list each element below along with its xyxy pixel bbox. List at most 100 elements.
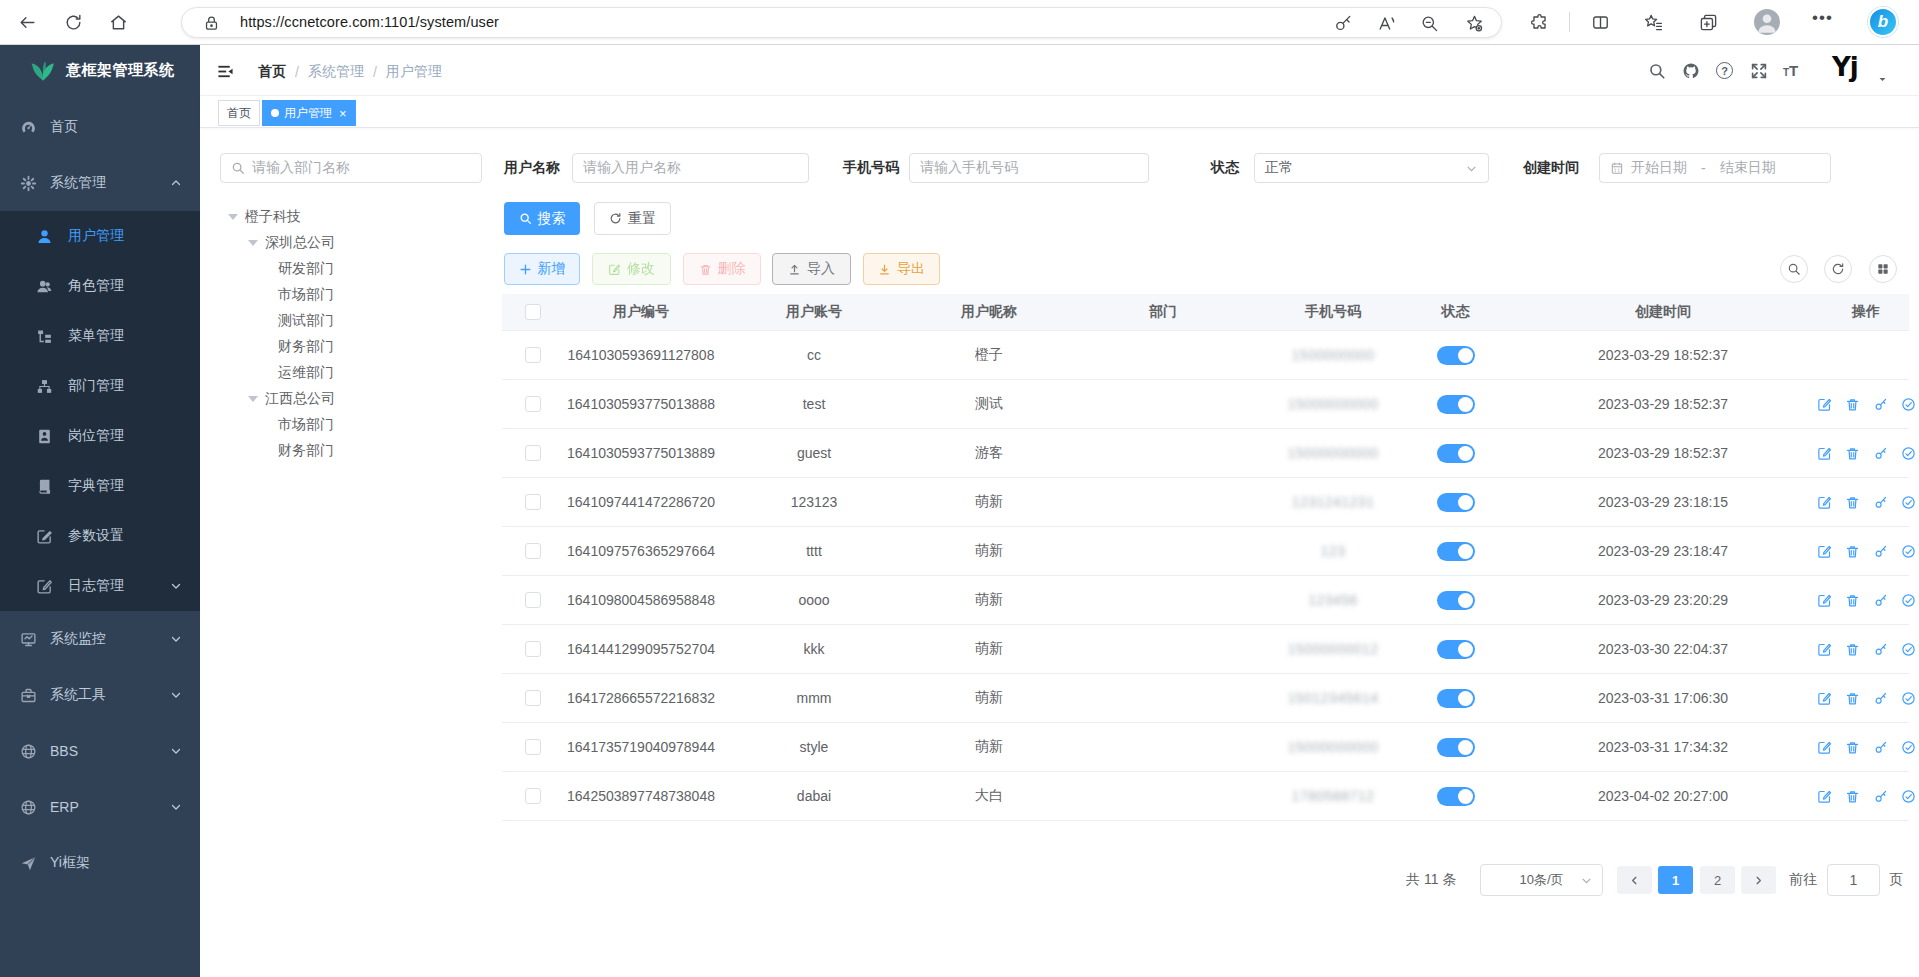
row-assign-role-icon[interactable]	[1901, 495, 1916, 510]
browser-essentials-icon[interactable]	[1530, 13, 1549, 32]
row-assign-role-icon[interactable]	[1901, 397, 1916, 412]
sidebar-item-menu-mgmt[interactable]: 菜单管理	[0, 311, 200, 361]
row-checkbox[interactable]	[525, 543, 541, 559]
caret-down-icon[interactable]	[248, 240, 258, 246]
row-checkbox[interactable]	[525, 739, 541, 755]
sidebar-item-log-mgmt[interactable]: 日志管理	[0, 561, 200, 611]
tab-user-mgmt[interactable]: 用户管理 ×	[262, 100, 356, 126]
row-checkbox[interactable]	[525, 445, 541, 461]
row-reset-password-icon[interactable]	[1873, 642, 1888, 657]
phone-input[interactable]: 请输入手机号码	[909, 153, 1149, 183]
tree-node-branch[interactable]: 深圳总公司	[220, 230, 335, 256]
sidebar-item-yi-framework[interactable]: Yi框架	[0, 835, 200, 891]
tree-node-dept[interactable]: 市场部门	[220, 412, 334, 438]
sidebar-item-tools[interactable]: 系统工具	[0, 667, 200, 723]
caret-down-icon[interactable]	[228, 214, 238, 220]
date-range-input[interactable]: 开始日期 - 结束日期	[1599, 153, 1831, 183]
row-edit-icon[interactable]	[1817, 642, 1832, 657]
row-checkbox[interactable]	[525, 494, 541, 510]
row-assign-role-icon[interactable]	[1901, 691, 1916, 706]
row-delete-icon[interactable]	[1845, 740, 1860, 755]
fullscreen-icon[interactable]	[1750, 62, 1768, 80]
sidebar-item-home[interactable]: 首页	[0, 99, 200, 155]
add-button[interactable]: 新增	[504, 253, 580, 285]
table-refresh-button[interactable]	[1824, 255, 1852, 283]
row-delete-icon[interactable]	[1845, 544, 1860, 559]
status-toggle[interactable]	[1437, 444, 1475, 463]
password-key-icon[interactable]	[1334, 14, 1353, 33]
status-select[interactable]: 正常	[1254, 153, 1489, 183]
table-search-button[interactable]	[1780, 255, 1808, 283]
tree-node-branch[interactable]: 江西总公司	[220, 386, 335, 412]
row-checkbox[interactable]	[525, 592, 541, 608]
url-text[interactable]: https://ccnetcore.com:1101/system/user	[240, 14, 499, 30]
row-reset-password-icon[interactable]	[1873, 544, 1888, 559]
next-page-button[interactable]	[1741, 866, 1776, 894]
status-toggle[interactable]	[1437, 542, 1475, 561]
sidebar-item-post-mgmt[interactable]: 岗位管理	[0, 411, 200, 461]
row-reset-password-icon[interactable]	[1873, 740, 1888, 755]
row-assign-role-icon[interactable]	[1901, 593, 1916, 608]
row-reset-password-icon[interactable]	[1873, 691, 1888, 706]
favorites-bar-icon[interactable]	[1644, 13, 1663, 32]
row-edit-icon[interactable]	[1817, 446, 1832, 461]
tree-node-dept[interactable]: 运维部门	[220, 360, 334, 386]
row-assign-role-icon[interactable]	[1901, 740, 1916, 755]
row-checkbox[interactable]	[525, 788, 541, 804]
status-toggle[interactable]	[1437, 346, 1475, 365]
row-delete-icon[interactable]	[1845, 642, 1860, 657]
browser-menu-icon[interactable]: •••	[1812, 8, 1833, 28]
row-delete-icon[interactable]	[1845, 691, 1860, 706]
row-delete-icon[interactable]	[1845, 397, 1860, 412]
tree-node-company[interactable]: 橙子科技	[220, 204, 301, 230]
row-delete-icon[interactable]	[1845, 593, 1860, 608]
row-assign-role-icon[interactable]	[1901, 642, 1916, 657]
delete-button[interactable]: 删除	[683, 253, 761, 285]
tab-close-icon[interactable]: ×	[339, 107, 347, 120]
row-assign-role-icon[interactable]	[1901, 789, 1916, 804]
collections-icon[interactable]	[1699, 13, 1718, 32]
row-delete-icon[interactable]	[1845, 495, 1860, 510]
row-checkbox[interactable]	[525, 690, 541, 706]
yj-logo[interactable]: Yj	[1832, 52, 1858, 82]
github-icon[interactable]	[1682, 62, 1700, 80]
sidebar-item-dept-mgmt[interactable]: 部门管理	[0, 361, 200, 411]
tree-node-dept[interactable]: 研发部门	[220, 256, 334, 282]
sidebar-item-dict-mgmt[interactable]: 字典管理	[0, 461, 200, 511]
tree-node-dept[interactable]: 测试部门	[220, 308, 334, 334]
zoom-out-icon[interactable]	[1420, 14, 1439, 33]
row-delete-icon[interactable]	[1845, 789, 1860, 804]
page-2-button[interactable]: 2	[1700, 866, 1735, 894]
tree-node-dept[interactable]: 市场部门	[220, 282, 334, 308]
row-edit-icon[interactable]	[1817, 397, 1832, 412]
row-assign-role-icon[interactable]	[1901, 544, 1916, 559]
bing-copilot-icon[interactable]: b	[1868, 7, 1898, 37]
table-columns-button[interactable]	[1869, 255, 1897, 283]
read-aloud-icon[interactable]	[1377, 14, 1396, 33]
row-reset-password-icon[interactable]	[1873, 789, 1888, 804]
row-delete-icon[interactable]	[1845, 446, 1860, 461]
sidebar-fold-icon[interactable]	[217, 63, 234, 80]
status-toggle[interactable]	[1437, 689, 1475, 708]
row-checkbox[interactable]	[525, 641, 541, 657]
row-checkbox[interactable]	[525, 347, 541, 363]
tree-node-dept[interactable]: 财务部门	[220, 438, 334, 464]
prev-page-button[interactable]	[1617, 866, 1652, 894]
browser-back-icon[interactable]	[18, 13, 37, 32]
row-reset-password-icon[interactable]	[1873, 593, 1888, 608]
status-toggle[interactable]	[1437, 493, 1475, 512]
export-button[interactable]: 导出	[863, 253, 940, 285]
row-edit-icon[interactable]	[1817, 789, 1832, 804]
sidebar-item-bbs[interactable]: BBS	[0, 723, 200, 779]
reset-button[interactable]: 重置	[594, 202, 671, 235]
sidebar-item-param-settings[interactable]: 参数设置	[0, 511, 200, 561]
header-search-icon[interactable]	[1648, 62, 1666, 80]
help-icon[interactable]: ?	[1716, 62, 1733, 79]
font-size-icon[interactable]: TT	[1783, 62, 1798, 79]
row-edit-icon[interactable]	[1817, 544, 1832, 559]
breadcrumb-user[interactable]: 用户管理	[386, 63, 442, 81]
status-toggle[interactable]	[1437, 787, 1475, 806]
dept-search-input[interactable]: 请输入部门名称	[220, 153, 482, 183]
address-bar[interactable]: https://ccnetcore.com:1101/system/user	[181, 7, 1502, 38]
select-all-checkbox[interactable]	[525, 304, 541, 320]
